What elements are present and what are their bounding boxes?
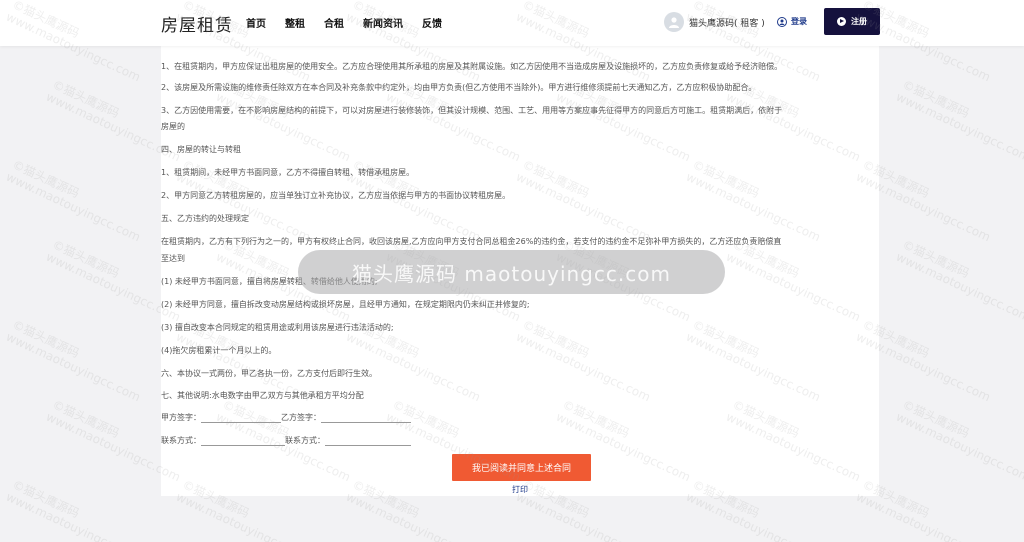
username: 猫头鹰源码( 租客 ) (689, 18, 765, 29)
contract-line: 七、其他说明:水电数字由甲乙双方与其他承租方平均分配 (161, 391, 364, 400)
contract-line: (4)拖欠房租累计一个月以上的。 (161, 346, 277, 355)
watermark-tile: www.maotouyingcc.com (893, 409, 1024, 485)
watermark-tile: ©猫头鹰源码 (10, 157, 82, 201)
agree-contract-button[interactable]: 我已阅读并同意上述合同 (452, 454, 591, 481)
nav-shared-rent[interactable]: 合租 (324, 15, 344, 30)
signature-row: 甲方签字： 乙方签字： (161, 412, 411, 423)
watermark-tile: ©猫头鹰源码 (50, 77, 122, 121)
party-b-contact-label: 联系方式： (285, 436, 325, 445)
user-info[interactable]: 猫头鹰源码( 租客 ) (664, 12, 765, 32)
watermark-tile: ©猫头鹰源码 (900, 77, 972, 121)
contract-line: 1、租赁期间，未经甲方书面同意，乙方不得擅自转租、转借承租房屋。 (161, 168, 415, 177)
watermark-tile: www.maotouyingcc.com (853, 489, 993, 542)
watermark-tile: www.maotouyingcc.com (3, 329, 143, 405)
main-nav: 首页 整租 合租 新闻资讯 反馈 (246, 15, 461, 30)
contract-line: 至达到 (161, 254, 185, 263)
watermark-tile: www.maotouyingcc.com (173, 489, 313, 542)
contract-line: 2、该房屋及所需设施的维修责任除双方在本合同及补充条款中约定外，均由甲方负责(但… (161, 83, 757, 92)
party-a-contact-field[interactable] (201, 445, 285, 446)
contract-line: 3、乙方因使用需要，在不影响房屋结构的前提下，可以对房屋进行装修装饰，但其设计规… (161, 106, 783, 115)
watermark-tile: ©猫头鹰源码 (10, 317, 82, 361)
party-a-contact-label: 联系方式： (161, 436, 201, 445)
section-heading: 四、房屋的转让与转租 (161, 145, 241, 154)
watermark-tile: ©猫头鹰源码 (900, 397, 972, 441)
watermark-tile: ©猫头鹰源码 (10, 477, 82, 521)
section-heading: 五、乙方违约的处理规定 (161, 214, 249, 223)
contract-line: (3) 擅自改变本合同规定的租赁用途或利用该房屋进行违法活动的; (161, 323, 394, 332)
nav-news[interactable]: 新闻资讯 (363, 15, 403, 30)
nav-home[interactable]: 首页 (246, 15, 266, 30)
register-button[interactable]: 注册 (824, 8, 880, 35)
contract-line: 六、本协议一式两份，甲乙各执一份，乙方支付后即行生效。 (161, 369, 377, 378)
nav-whole-rent[interactable]: 整租 (285, 15, 305, 30)
party-b-sign-field[interactable] (321, 422, 411, 423)
party-a-sign-label: 甲方签字： (161, 413, 201, 422)
watermark-tile: www.maotouyingcc.com (3, 169, 143, 245)
contact-row: 联系方式： 联系方式： (161, 435, 411, 446)
watermark-overlay-text: 猫头鹰源码 maotouyingcc.com (352, 261, 671, 286)
site-logo[interactable]: 房屋租赁 (161, 11, 233, 36)
watermark-tile: www.maotouyingcc.com (3, 489, 143, 542)
party-a-sign-field[interactable] (201, 422, 281, 423)
contract-line: 在租赁期内，乙方有下列行为之一的，甲方有权终止合同，收回该房屋,乙方应向甲方支付… (161, 237, 782, 246)
contract-line: 2、甲方同意乙方转租房屋的，应当单独订立补充协议，乙方应当依据与甲方的书面协议转… (161, 191, 511, 200)
register-label: 注册 (851, 17, 867, 26)
play-circle-icon (837, 17, 846, 26)
top-navbar: 房屋租赁 首页 整租 合租 新闻资讯 反馈 猫头鹰源码( 租客 ) 登录 注册 (0, 0, 1024, 46)
watermark-tile: www.maotouyingcc.com (893, 249, 1024, 325)
watermark-tile: www.maotouyingcc.com (683, 489, 823, 542)
contract-line: (2) 未经甲方同意，擅自拆改变动房屋结构或损坏房屋，且经甲方通知，在规定期限内… (161, 300, 530, 309)
login-link[interactable]: 登录 (777, 16, 807, 27)
avatar[interactable] (664, 12, 684, 32)
watermark-tile: www.maotouyingcc.com (893, 89, 1024, 165)
watermark-tile: www.maotouyingcc.com (343, 489, 483, 542)
party-b-sign-label: 乙方签字： (281, 413, 321, 422)
print-link[interactable]: 打印 (512, 484, 528, 495)
watermark-tile: ©猫头鹰源码 (50, 237, 122, 281)
login-label: 登录 (791, 17, 807, 26)
watermark-tile: www.maotouyingcc.com (513, 489, 653, 542)
watermark-overlay: 猫头鹰源码 maotouyingcc.com (298, 250, 725, 294)
nav-feedback[interactable]: 反馈 (422, 15, 442, 30)
contract-line: 房屋的 (161, 122, 185, 131)
watermark-tile: ©猫头鹰源码 (900, 237, 972, 281)
user-avatar-icon (669, 17, 679, 28)
user-circle-icon (777, 16, 787, 27)
watermark-tile: ©猫头鹰源码 (50, 397, 122, 441)
party-b-contact-field[interactable] (325, 445, 411, 446)
contract-line: 1、在租赁期内，甲方应保证出租房屋的使用安全。乙方应合理使用其所承租的房屋及其附… (161, 62, 783, 71)
